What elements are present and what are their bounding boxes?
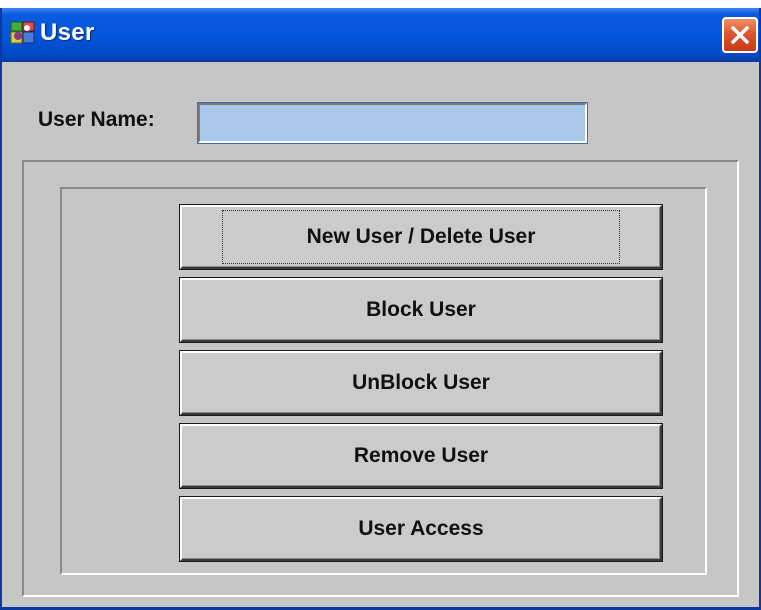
- user-access-label: User Access: [358, 517, 484, 540]
- block-user-label: Block User: [366, 298, 476, 321]
- user-dialog-window: User User Name: New User / Delete User B…: [0, 8, 761, 610]
- close-x-icon: [731, 26, 749, 44]
- window-title: User: [40, 19, 95, 46]
- actions-group-frame: New User / Delete User Block User UnBloc…: [22, 160, 739, 597]
- new-delete-user-button[interactable]: New User / Delete User: [180, 205, 662, 269]
- title-bar[interactable]: User: [2, 8, 759, 62]
- actions-inner-frame: New User / Delete User Block User UnBloc…: [60, 187, 707, 575]
- username-label: User Name:: [38, 108, 155, 131]
- block-user-button[interactable]: Block User: [180, 278, 662, 342]
- remove-user-button[interactable]: Remove User: [180, 424, 662, 488]
- remove-user-label: Remove User: [353, 444, 489, 467]
- username-input[interactable]: [197, 102, 588, 144]
- new-delete-user-label: New User / Delete User: [221, 210, 621, 264]
- users-app-icon: [10, 20, 36, 46]
- unblock-user-button[interactable]: UnBlock User: [180, 351, 662, 415]
- close-button[interactable]: [722, 17, 758, 53]
- unblock-user-label: UnBlock User: [352, 371, 490, 394]
- user-access-button[interactable]: User Access: [180, 497, 662, 561]
